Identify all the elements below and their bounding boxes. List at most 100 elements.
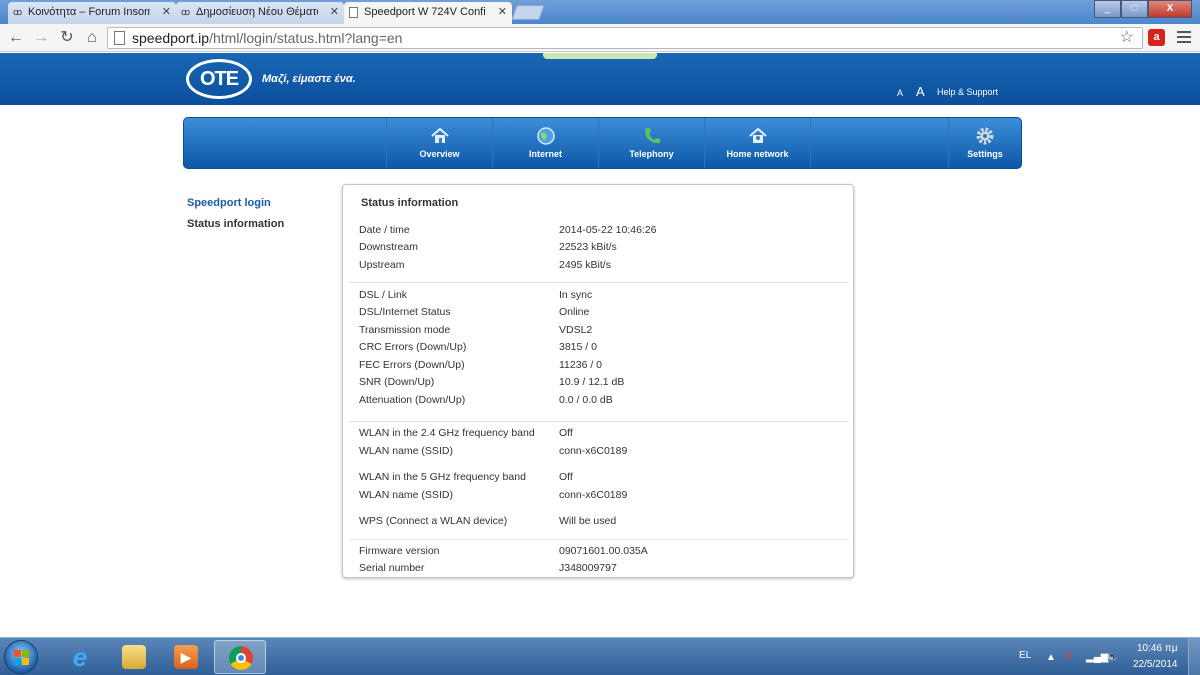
insomnia-eyes-icon: ꝏ: [13, 7, 23, 17]
status-row-upstream: Upstream 2495 kBit/s: [359, 259, 839, 273]
chrome-icon[interactable]: [214, 640, 266, 674]
file-explorer-icon[interactable]: [108, 640, 160, 674]
nav-label: Settings: [967, 149, 1003, 159]
phone-icon: [644, 128, 660, 144]
nav-overview[interactable]: Overview: [386, 118, 492, 168]
antivirus-tray-icon[interactable]: ⛨: [1064, 652, 1072, 663]
status-row-wlan-24: WLAN in the 2.4 GHz frequency band Off: [359, 427, 839, 441]
back-arrow-icon[interactable]: ←: [6, 28, 26, 48]
new-tab-button[interactable]: [511, 5, 545, 20]
status-row-wlan-ssid-24: WLAN name (SSID) conn-x6C0189: [359, 445, 839, 459]
row-label: Firmware version: [359, 545, 440, 557]
home-network-icon: [748, 127, 767, 143]
home-icon[interactable]: ⌂: [82, 28, 102, 48]
row-value: 3815 / 0: [559, 341, 597, 353]
browser-tab-1[interactable]: ꝏ Κοινότητα – Forum Insomnia ✕: [8, 2, 176, 24]
network-signal-icon[interactable]: ▂▄▆: [1086, 652, 1108, 663]
avira-extension-icon[interactable]: a: [1148, 29, 1165, 46]
tab-title: Δημοσίευση Νέου Θέματος: [196, 6, 318, 18]
row-value: conn-x6C0189: [559, 445, 628, 457]
close-window-button[interactable]: X: [1148, 0, 1192, 18]
close-tab-icon[interactable]: ✕: [162, 5, 171, 18]
status-row-wlan-5: WLAN in the 5 GHz frequency band Off: [359, 471, 839, 485]
bookmark-star-icon[interactable]: ☆: [1120, 28, 1134, 48]
play-glyph: ▶: [174, 645, 198, 669]
status-panel: Status information Date / time 2014-05-2…: [342, 184, 854, 578]
row-value: In sync: [559, 289, 593, 301]
row-label: CRC Errors (Down/Up): [359, 341, 467, 353]
close-tab-icon[interactable]: ✕: [498, 5, 507, 18]
row-label: Serial number: [359, 562, 425, 574]
insomnia-eyes-icon: ꝏ: [181, 7, 191, 17]
url-path: /html/login/status.html?lang=en: [209, 30, 403, 46]
folder-glyph: [122, 645, 146, 669]
row-value: 22523 kBit/s: [559, 241, 617, 253]
chrome-glyph: [229, 646, 253, 670]
browser-toolbar: ← → ↻ ⌂ speedport.ip/html/login/status.h…: [0, 24, 1200, 52]
sidebar-item-status-information[interactable]: Status information: [187, 218, 284, 230]
page-icon: [114, 31, 125, 45]
status-row-crc-errors: CRC Errors (Down/Up) 3815 / 0: [359, 341, 839, 355]
row-value: conn-x6C0189: [559, 489, 628, 501]
status-row-date-time: Date / time 2014-05-22 10:46:26: [359, 224, 839, 238]
status-row-wlan-ssid-5: WLAN name (SSID) conn-x6C0189: [359, 489, 839, 503]
nav-label: Overview: [419, 149, 460, 159]
nav-settings[interactable]: Settings: [949, 118, 1021, 168]
status-row-firmware: Firmware version 09071601.00.035A: [359, 545, 839, 559]
close-tab-icon[interactable]: ✕: [330, 5, 339, 18]
section-divider: [349, 282, 849, 283]
status-row-downstream: Downstream 22523 kBit/s: [359, 241, 839, 255]
clock-time[interactable]: 10:46 πμ: [1137, 643, 1177, 654]
row-label: FEC Errors (Down/Up): [359, 359, 465, 371]
page-icon: [349, 7, 358, 18]
reload-icon[interactable]: ↻: [57, 28, 77, 48]
status-row-transmission-mode: Transmission mode VDSL2: [359, 324, 839, 338]
row-label: DSL / Link: [359, 289, 408, 301]
nav-telephony[interactable]: Telephony: [598, 118, 704, 168]
ie-glyph: e: [72, 642, 88, 672]
forward-arrow-icon[interactable]: →: [31, 28, 51, 48]
row-value: VDSL2: [559, 324, 593, 336]
volume-icon[interactable]: 🔈: [1107, 652, 1119, 663]
browser-tab-2[interactable]: ꝏ Δημοσίευση Νέου Θέματος ✕: [176, 2, 344, 24]
row-label: WPS (Connect a WLAN device): [359, 515, 508, 527]
nav-internet[interactable]: Internet: [492, 118, 598, 168]
show-desktop-button[interactable]: [1188, 638, 1200, 675]
clock-date[interactable]: 22/5/2014: [1133, 659, 1178, 670]
chrome-menu-icon[interactable]: [1177, 31, 1191, 43]
status-row-wps: WPS (Connect a WLAN device) Will be used: [359, 515, 839, 529]
show-hidden-icons-icon[interactable]: ▲: [1046, 652, 1056, 663]
tab-strip: ꝏ Κοινότητα – Forum Insomnia ✕ ꝏ Δημοσίε…: [0, 0, 1200, 24]
section-divider: [349, 539, 849, 540]
row-value: 2495 kBit/s: [559, 259, 611, 271]
sidebar-item-speedport-login[interactable]: Speedport login: [187, 197, 271, 209]
row-value: 11236 / 0: [559, 359, 603, 371]
nav-home-network[interactable]: Home network: [704, 118, 810, 168]
row-value: 0.0 / 0.0 dB: [559, 394, 613, 406]
main-navigation: Overview Internet Telephony Home network…: [183, 117, 1022, 169]
row-value: J348009797: [559, 562, 617, 574]
internet-explorer-icon[interactable]: e: [54, 640, 106, 674]
header-tab-decoration: [543, 53, 657, 59]
ote-logo[interactable]: OTE: [186, 59, 252, 99]
address-bar[interactable]: speedport.ip/html/login/status.html?lang…: [107, 27, 1143, 49]
row-value: Will be used: [559, 515, 617, 527]
browser-tab-3[interactable]: Speedport W 724V Configurator ✕: [344, 2, 512, 24]
font-size-small-button[interactable]: A: [897, 88, 903, 98]
globe-icon: [536, 127, 555, 145]
input-language-indicator[interactable]: EL: [1019, 650, 1031, 661]
gear-icon: [976, 127, 994, 145]
row-value: Off: [559, 427, 573, 439]
status-row-attenuation: Attenuation (Down/Up) 0.0 / 0.0 dB: [359, 394, 839, 408]
start-button[interactable]: [4, 640, 38, 674]
slogan: Μαζί, είμαστε ένα.: [262, 73, 356, 85]
status-row-dsl-link: DSL / Link In sync: [359, 289, 839, 303]
minimize-button[interactable]: _: [1094, 0, 1121, 18]
row-label: Date / time: [359, 224, 410, 236]
row-label: WLAN name (SSID): [359, 445, 453, 457]
taskbar: e ▶ EL ▲ ⛨ ▂▄▆ 🔈 10:46 πμ 22/5/2014: [0, 637, 1200, 675]
media-player-icon[interactable]: ▶: [160, 640, 212, 674]
font-size-large-button[interactable]: A: [916, 84, 925, 99]
maximize-button[interactable]: □: [1121, 0, 1148, 18]
help-support-link[interactable]: Help & Support: [937, 87, 998, 97]
